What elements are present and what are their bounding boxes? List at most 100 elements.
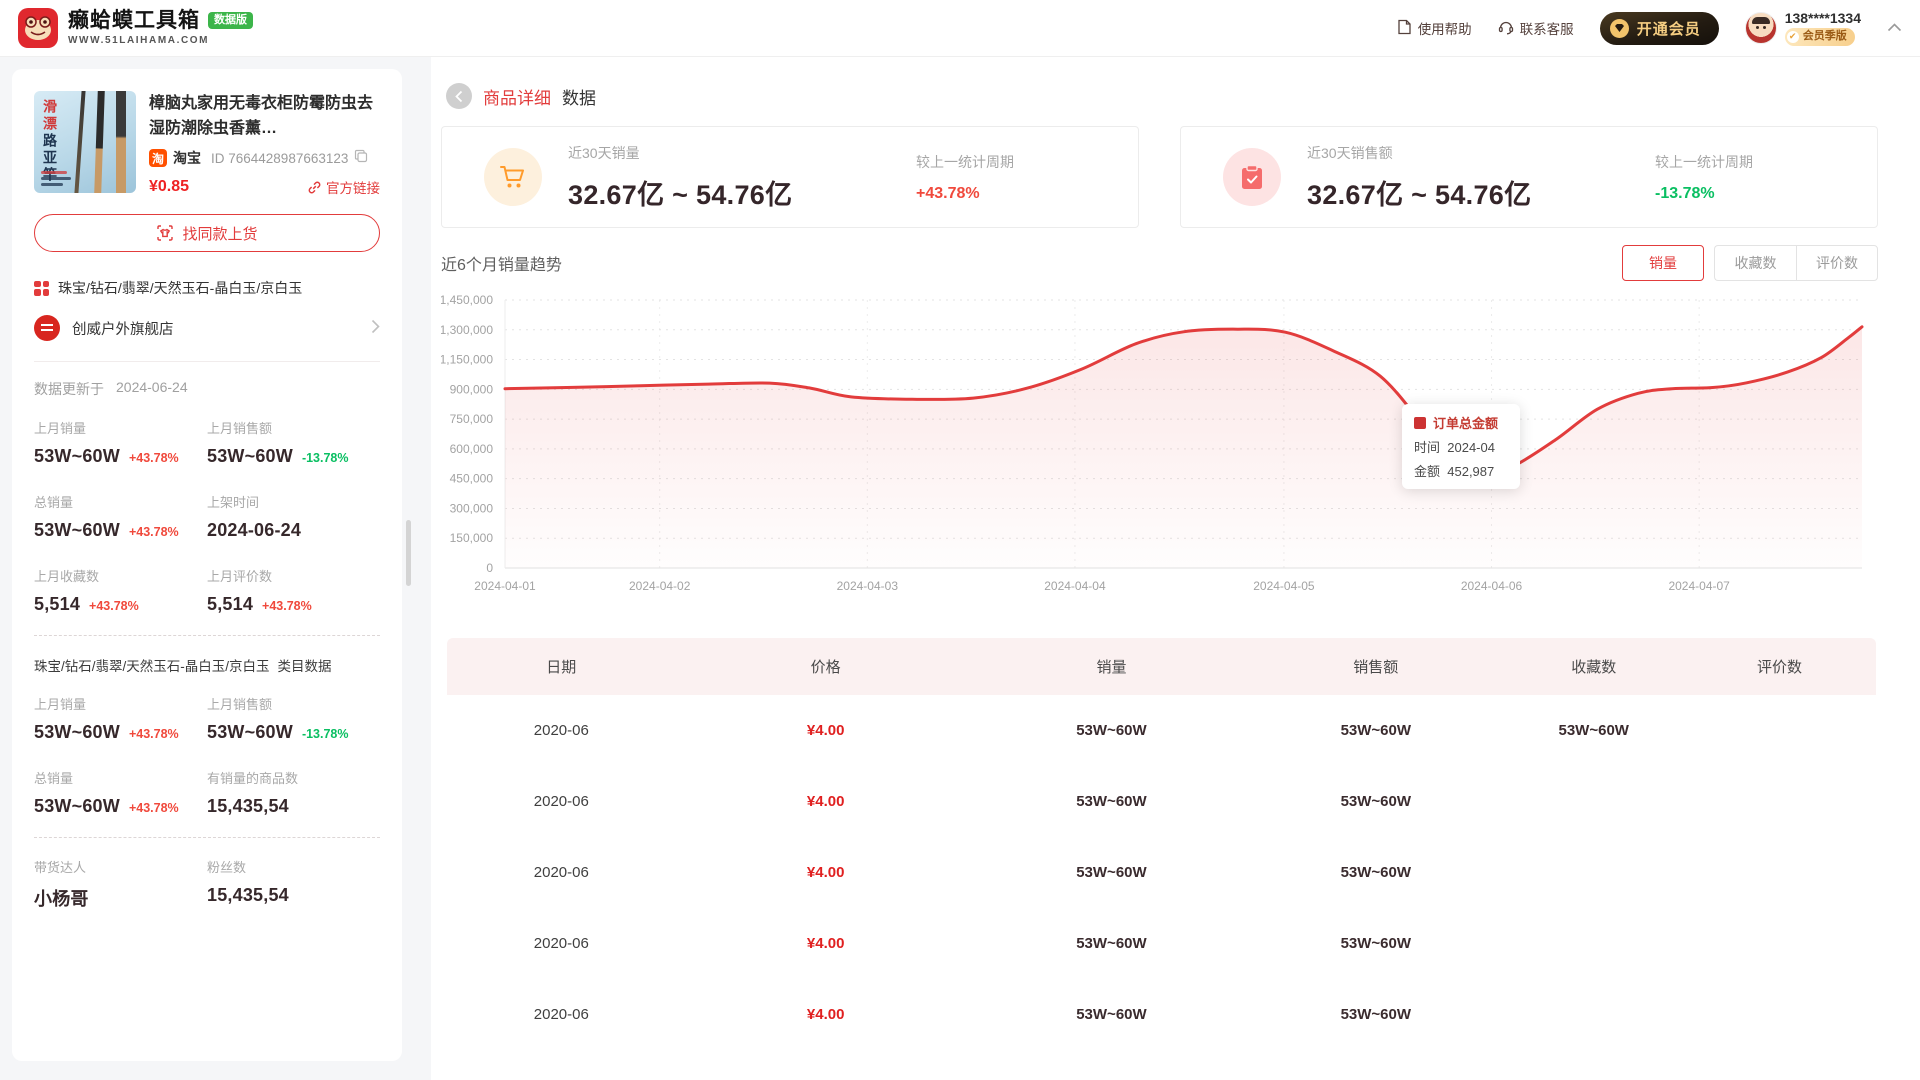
headset-icon [1498,19,1514,38]
table-cell: 2020-06 [447,935,676,952]
stat-value: 5,514 [207,594,253,615]
table-row[interactable]: 2020-06¥4.0053W~60W53W~60W [447,1050,1876,1080]
svg-text:300,000: 300,000 [450,501,494,515]
table-cell: 53W~60W [976,1006,1248,1023]
table-cell: 53W~60W [976,722,1248,739]
stat-value: 15,435,54 [207,796,289,817]
user-phone: 138****1334 [1785,11,1861,25]
table-row[interactable]: 2020-06¥4.0053W~60W53W~60W [447,766,1876,837]
copy-icon[interactable] [354,149,368,168]
influencer-cell: 带货达人 小杨哥 [34,857,207,911]
stat-value: 53W~60W [34,446,120,467]
product-image[interactable]: 滑漂路亚竿 [34,91,136,193]
svg-text:450,000: 450,000 [450,472,494,486]
stat-value: 53W~60W [34,722,120,743]
table-cell: 2020-06 [447,793,676,810]
top-bar: 癞蛤蟆工具箱 数据版 WWW.51LAIHAMA.COM 使用帮助 [0,0,1920,57]
product-stat-cell: 上月收藏数5,514+43.78% [34,566,207,615]
official-link[interactable]: 官方链接 [308,177,380,197]
stat-value: 53W~60W [207,722,293,743]
stat-delta: -13.78% [302,451,349,465]
compare-label: 较上一统计周期 [1655,152,1753,172]
data-edition-badge: 数据版 [208,12,253,29]
table-cell: 53W~60W [1247,935,1504,952]
brand: 癞蛤蟆工具箱 数据版 WWW.51LAIHAMA.COM [18,8,253,48]
product-stats-grid: 上月销量53W~60W+43.78%上月销售额53W~60W-13.78%总销量… [34,418,380,615]
page-title-suffix: 数据 [562,84,596,109]
stat-value: 53W~60W [34,796,120,817]
cart-icon [484,148,542,206]
category-grid-icon [34,281,49,296]
chart-header: 近6个月销量趋势 销量收藏数评价数 [441,244,1878,282]
svg-text:1,300,000: 1,300,000 [441,323,493,337]
stat-label: 上月销售额 [207,418,380,437]
chart-tab-sales[interactable]: 销量 [1622,245,1704,281]
svg-text:2024-04-07: 2024-04-07 [1668,579,1730,593]
card-value: 32.67亿 ~ 54.76亿 [1307,173,1637,212]
svg-text:2024-04-06: 2024-04-06 [1461,579,1523,593]
table-body: 2020-06¥4.0053W~60W53W~60W53W~60W2020-06… [447,695,1876,1080]
chart-tab-reviews[interactable]: 评价数 [1796,245,1878,281]
product-price: ¥0.85 [149,178,189,196]
card-value: 32.67亿 ~ 54.76亿 [568,173,898,212]
category-stat-cell: 有销量的商品数15,435,54 [207,768,380,817]
sales-volume-card: 近30天销量 32.67亿 ~ 54.76亿 较上一统计周期 +43.78% [441,126,1139,228]
table-row[interactable]: 2020-06¥4.0053W~60W53W~60W [447,979,1876,1050]
find-same-item-button[interactable]: 找同款上货 [34,214,380,252]
svg-text:750,000: 750,000 [450,412,494,426]
table-cell: 53W~60W [1504,722,1683,739]
product-stat-cell: 上架时间2024-06-24 [207,492,380,541]
back-button[interactable] [446,83,472,109]
category-row: 珠宝/钻石/翡翠/天然玉石-晶白玉/京白玉 [34,278,380,298]
category-data-title: 珠宝/钻石/翡翠/天然玉石-晶白玉/京白玉类目数据 [34,655,380,675]
card-label: 近30天销量 [568,143,898,163]
table-cell: 53W~60W [976,793,1248,810]
shop-row[interactable]: 创威户外旗舰店 [34,315,380,341]
product-image-bullets [41,171,71,186]
history-table: 日期价格销量销售额收藏数评价数 2020-06¥4.0053W~60W53W~6… [447,638,1876,1080]
stat-label: 上月销量 [34,694,207,713]
user-account[interactable]: 138****1334 ✔ 会员季版 [1745,11,1861,46]
stat-delta: +43.78% [129,727,179,741]
tooltip-time: 2024-04 [1447,440,1495,455]
member-check-icon: ✔ [1787,31,1799,43]
table-cell: 53W~60W [976,935,1248,952]
svg-text:0: 0 [486,561,493,575]
product-stat-cell: 上月销售额53W~60W-13.78% [207,418,380,467]
product-sidebar: 滑漂路亚竿 樟脑丸家用无毒衣柜防霉防虫去湿防潮除虫香薰… 淘 淘宝 ID 766… [12,69,402,1061]
avatar [1745,12,1777,44]
product-stat-cell: 上月销量 53W~60W +43.78% [34,418,207,467]
open-vip-button[interactable]: 开通会员 [1600,12,1719,45]
svg-text:2024-04-02: 2024-04-02 [629,579,691,593]
chart-tab-favorites[interactable]: 收藏数 [1714,245,1796,281]
legend-swatch [1414,417,1426,429]
shop-logo [34,315,60,341]
category-stat-cell: 上月销量 53W~60W +43.78% [34,694,207,743]
stat-label: 上月销量 [34,418,207,437]
stat-delta: -13.78% [302,727,349,741]
platform-label: 淘宝 [173,148,201,168]
table-header-cell: 收藏数 [1504,656,1683,677]
app-title: 癞蛤蟆工具箱 [68,10,200,31]
influencer-grid: 带货达人 小杨哥 粉丝数 15,435,54 [34,857,380,911]
dashed-divider [34,635,380,636]
table-row[interactable]: 2020-06¥4.0053W~60W53W~60W [447,837,1876,908]
table-row[interactable]: 2020-06¥4.0053W~60W53W~60W [447,908,1876,979]
table-cell: ¥4.00 [676,1006,976,1023]
stat-delta: +43.78% [129,451,179,465]
scrollbar-thumb[interactable] [406,520,411,586]
top-right-nav: 使用帮助 联系客服 开通会员 [1397,11,1902,46]
data-updated: 数据更新于 2024-06-24 [34,379,380,399]
table-cell: 2020-06 [447,864,676,881]
stat-delta: +43.78% [129,801,179,815]
taobao-icon: 淘 [149,149,167,167]
table-row[interactable]: 2020-06¥4.0053W~60W53W~60W53W~60W [447,695,1876,766]
help-link[interactable]: 使用帮助 [1397,18,1472,38]
table-header-cell: 评价数 [1683,656,1876,677]
chevron-up-icon[interactable] [1887,19,1902,37]
table-cell: 53W~60W [1247,1006,1504,1023]
fans-cell: 粉丝数 15,435,54 [207,857,380,911]
svg-text:1,150,000: 1,150,000 [441,353,493,367]
svg-text:2024-04-04: 2024-04-04 [1044,579,1106,593]
contact-support-link[interactable]: 联系客服 [1498,18,1574,38]
